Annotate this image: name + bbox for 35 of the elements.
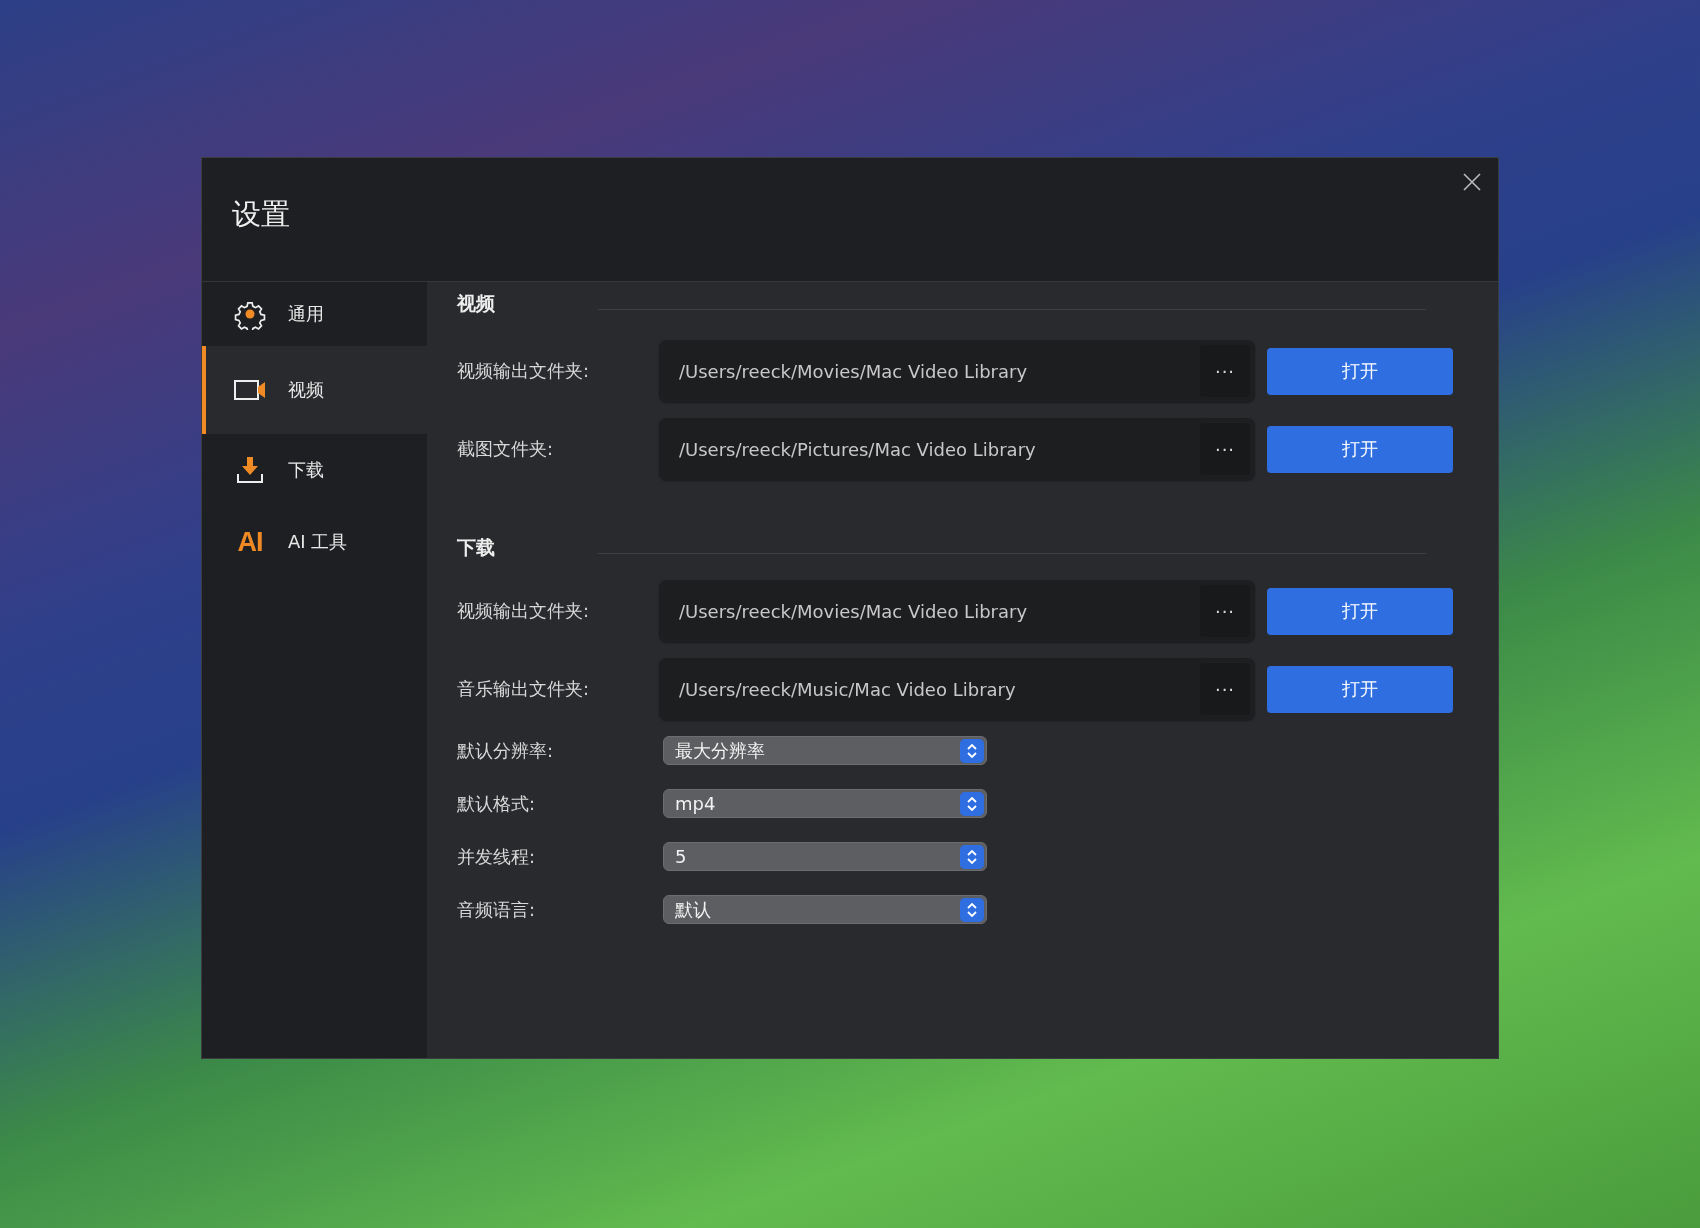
dropdown[interactable]: mp4 bbox=[663, 789, 987, 818]
browse-button[interactable]: ··· bbox=[1200, 345, 1250, 397]
folder-path-field[interactable]: /Users/reeck/Movies/Mac Video Library ··· bbox=[659, 340, 1255, 402]
open-button[interactable]: 打开 bbox=[1267, 425, 1453, 473]
browse-button[interactable]: ··· bbox=[1200, 423, 1250, 475]
field-label: 音乐输出文件夹: bbox=[457, 677, 591, 701]
section-title: 视频 bbox=[457, 291, 496, 316]
folder-path-field[interactable]: /Users/reeck/Pictures/Mac Video Library ··· bbox=[659, 418, 1255, 480]
dropdown[interactable]: 最大分辨率 bbox=[663, 736, 987, 765]
video-camera-icon bbox=[234, 379, 266, 401]
field-label: 音频语言: bbox=[457, 897, 537, 922]
window-title: 设置 bbox=[232, 195, 290, 233]
section-title: 下载 bbox=[457, 535, 496, 560]
field-label: 默认格式: bbox=[457, 791, 537, 816]
browse-button[interactable]: ··· bbox=[1200, 585, 1250, 637]
folder-path-field[interactable]: /Users/reeck/Movies/Mac Video Library ··· bbox=[659, 580, 1255, 642]
dropdown[interactable]: 默认 bbox=[663, 895, 987, 924]
dropdown[interactable]: 5 bbox=[663, 842, 987, 871]
stepper-arrows-icon bbox=[960, 897, 984, 922]
field-label: 视频输出文件夹: bbox=[457, 599, 591, 623]
open-button[interactable]: 打开 bbox=[1267, 347, 1453, 395]
field-label: 截图文件夹: bbox=[457, 437, 555, 461]
field-label: 视频输出文件夹: bbox=[457, 359, 591, 383]
open-button[interactable]: 打开 bbox=[1267, 665, 1453, 713]
stepper-arrows-icon bbox=[960, 844, 984, 869]
folder-path-field[interactable]: /Users/reeck/Music/Mac Video Library ··· bbox=[659, 658, 1255, 720]
open-button[interactable]: 打开 bbox=[1267, 587, 1453, 635]
stepper-arrows-icon bbox=[960, 738, 984, 763]
field-label: 并发线程: bbox=[457, 844, 537, 869]
ai-logo-icon: AI bbox=[237, 526, 263, 558]
download-icon bbox=[236, 456, 264, 484]
field-label: 默认分辨率: bbox=[457, 738, 555, 763]
stepper-arrows-icon bbox=[960, 791, 984, 816]
sidebar-item[interactable]: 视频 bbox=[202, 346, 427, 434]
browse-button[interactable]: ··· bbox=[1200, 663, 1250, 715]
